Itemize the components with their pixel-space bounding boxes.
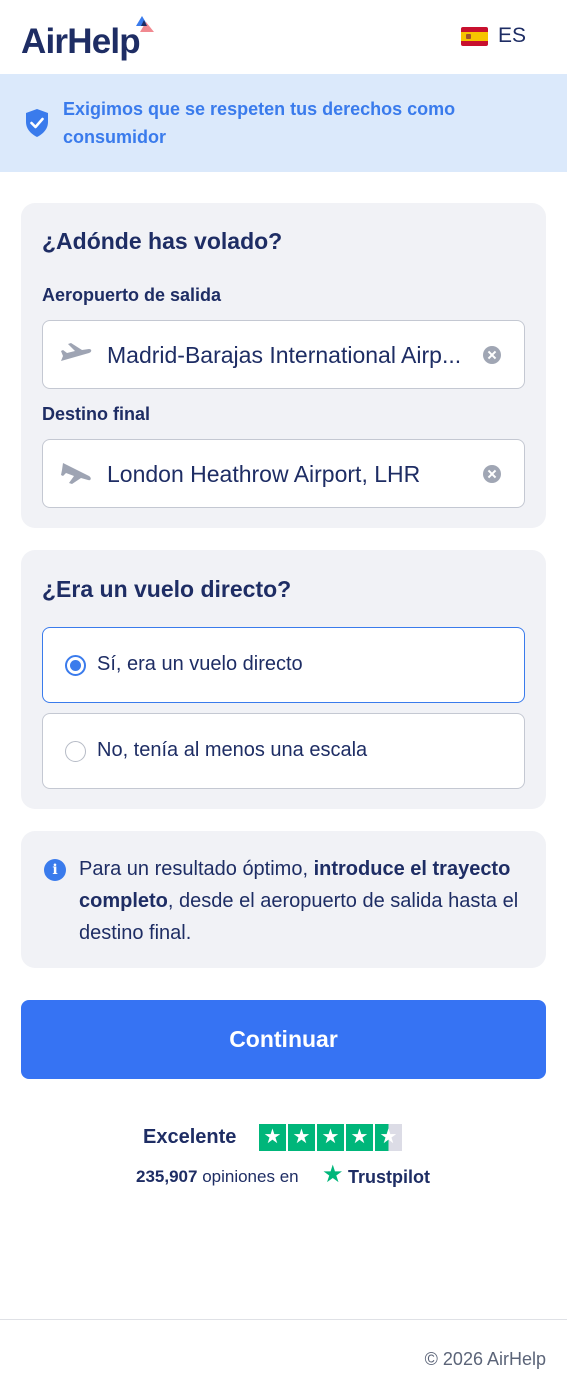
star-icon: ★ bbox=[259, 1124, 286, 1151]
language-code: ES bbox=[498, 24, 527, 47]
header: AirHelp ES bbox=[0, 0, 567, 74]
clear-destination-icon[interactable] bbox=[483, 465, 501, 483]
radio-label-direct: Sí, era un vuelo directo bbox=[97, 653, 303, 675]
plane-takeoff-icon bbox=[61, 343, 92, 361]
language-selector[interactable]: ES bbox=[461, 24, 526, 48]
route-card-title: ¿Adónde has volado? bbox=[42, 228, 283, 254]
info-text: Para un resultado óptimo, introduce el t… bbox=[79, 858, 519, 944]
shield-check-icon bbox=[26, 109, 48, 137]
half-star-icon: ★ bbox=[375, 1124, 402, 1151]
clear-departure-icon[interactable] bbox=[483, 346, 501, 364]
info-icon: i bbox=[44, 859, 66, 881]
departure-airport-input[interactable]: Madrid-Barajas International Airp... bbox=[42, 320, 525, 389]
destination-airport-input[interactable]: London Heathrow Airport, LHR bbox=[42, 439, 525, 508]
radio-option-stopover[interactable]: No, tenía al menos una escala bbox=[42, 713, 525, 789]
footer-copyright: © 2026 AirHelp bbox=[424, 1349, 546, 1369]
spain-flag-icon bbox=[461, 26, 488, 46]
trustpilot-brand[interactable]: Trustpilot bbox=[348, 1167, 430, 1188]
airhelp-logo[interactable]: AirHelp bbox=[21, 22, 141, 62]
destination-label: Destino final bbox=[42, 404, 151, 424]
plane-landing-icon bbox=[61, 463, 91, 484]
continue-button[interactable]: Continuar bbox=[21, 1000, 546, 1079]
departure-airport-value: Madrid-Barajas International Airp... bbox=[107, 342, 462, 368]
destination-airport-value: London Heathrow Airport, LHR bbox=[107, 461, 421, 487]
radio-label-stopover: No, tenía al menos una escala bbox=[97, 739, 368, 761]
trustpilot-stars: ★ ★ ★ ★ ★ bbox=[259, 1124, 402, 1151]
radio-selected-icon bbox=[65, 655, 86, 676]
banner-text: Exigimos que se respeten tus derechos co… bbox=[63, 99, 456, 147]
star-icon: ★ bbox=[346, 1124, 373, 1151]
trustpilot-rating-label: Excelente bbox=[143, 1126, 237, 1148]
direct-flight-title: ¿Era un vuelo directo? bbox=[42, 576, 292, 602]
logo-mark-icon bbox=[136, 16, 154, 32]
radio-option-direct[interactable]: Sí, era un vuelo directo bbox=[42, 627, 525, 703]
departure-label: Aeropuerto de salida bbox=[42, 285, 222, 305]
star-icon: ★ bbox=[317, 1124, 344, 1151]
trustpilot-star-icon: ★ bbox=[322, 1161, 344, 1188]
footer-divider bbox=[0, 1319, 567, 1320]
trustpilot-review-count: 235,907 opiniones en bbox=[136, 1167, 299, 1186]
radio-unselected-icon bbox=[65, 741, 86, 762]
star-icon: ★ bbox=[288, 1124, 315, 1151]
